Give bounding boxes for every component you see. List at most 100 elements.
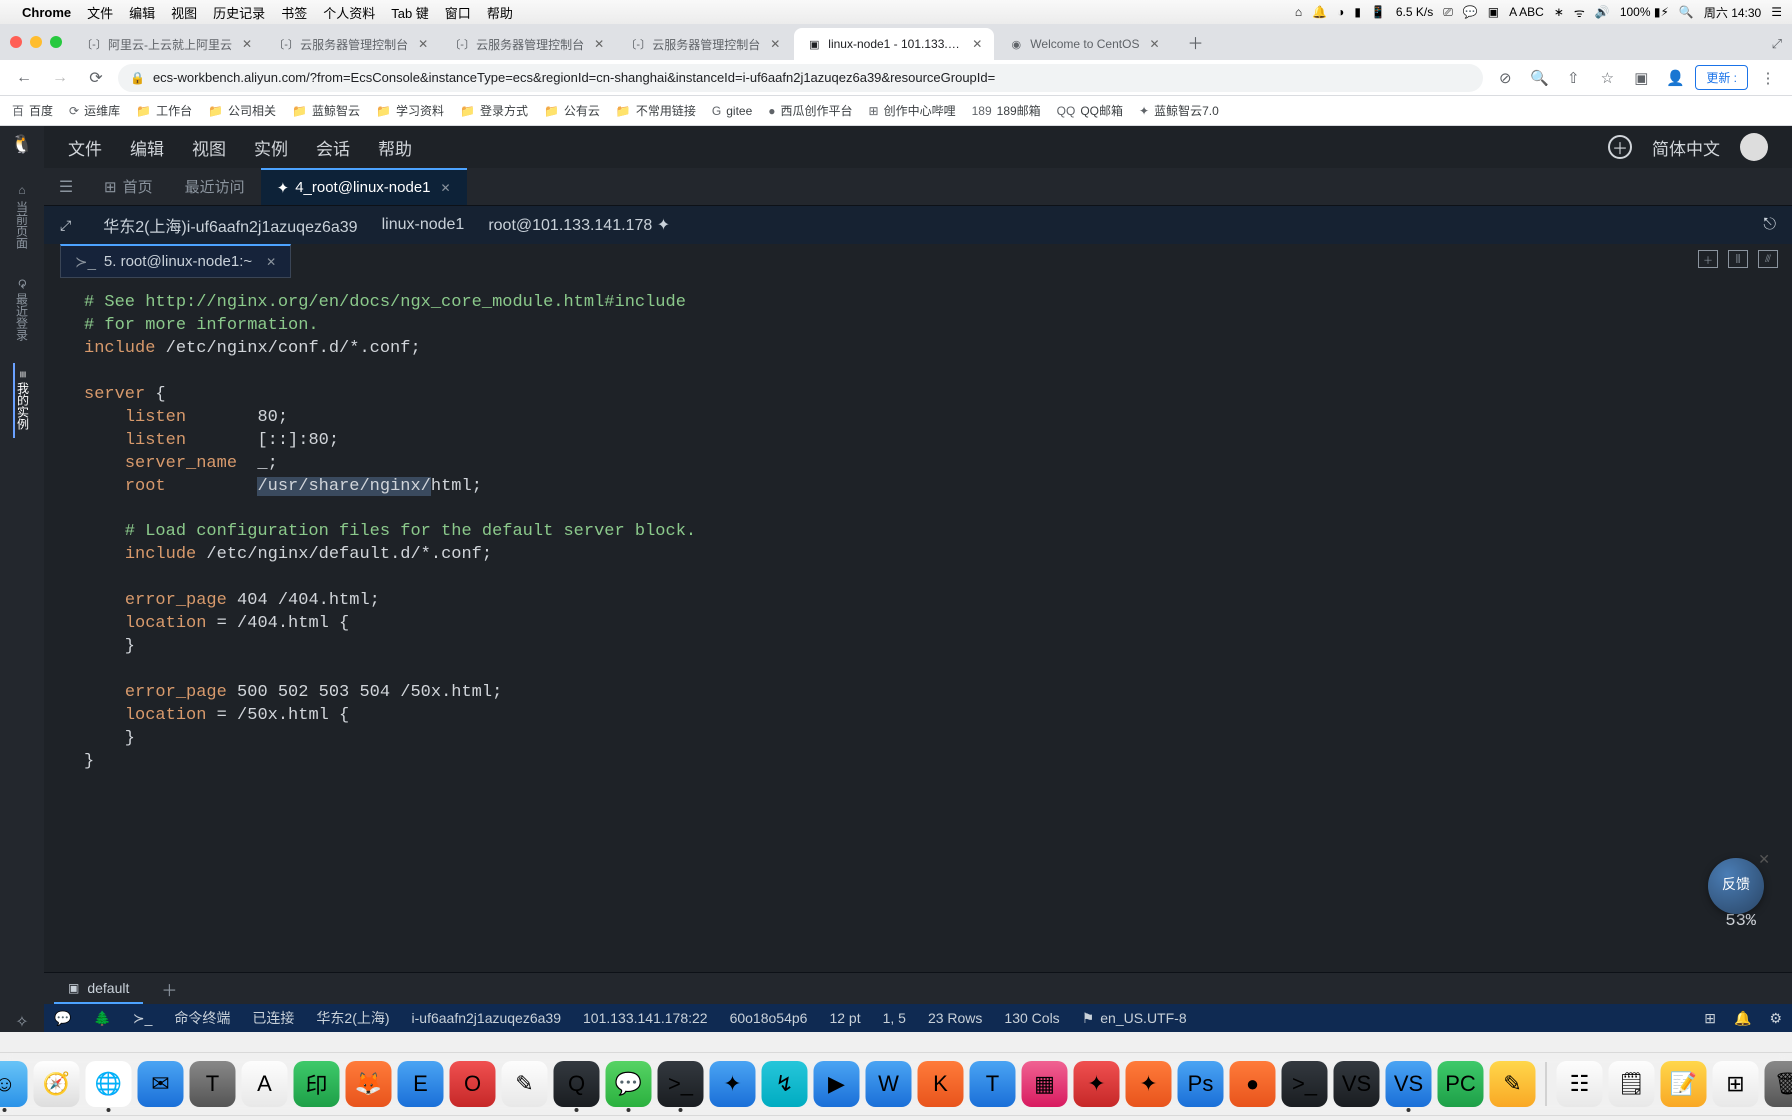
input-abc[interactable]: A ABC: [1509, 5, 1544, 19]
chrome-tab[interactable]: 〔-〕 云服务器管理控制台 ✕: [442, 28, 616, 60]
close-tab-icon[interactable]: ✕: [441, 181, 451, 195]
status-bell-icon[interactable]: 🔔: [1734, 1010, 1751, 1027]
new-tab-button[interactable]: ＋: [1182, 28, 1210, 56]
tab-home[interactable]: ⊞ 首页: [88, 168, 169, 205]
bookmark-item[interactable]: 189189邮箱: [972, 102, 1041, 119]
menu-profile[interactable]: 个人资料: [323, 3, 375, 22]
dock-app-icon[interactable]: ⊞: [1713, 1061, 1759, 1107]
expand-icon[interactable]: ⤢: [1772, 36, 1782, 52]
add-bottom-tab-button[interactable]: ＋: [161, 977, 177, 1001]
dock-app-icon[interactable]: ✦: [1126, 1061, 1172, 1107]
bookmark-item[interactable]: 📁登录方式: [460, 102, 528, 119]
linux-logo-icon[interactable]: 🐧: [11, 134, 33, 155]
wechat-menubar-icon[interactable]: 💬: [1463, 5, 1478, 19]
dock-app-icon[interactable]: ✉︎: [138, 1061, 184, 1107]
language-switch[interactable]: 简体中文: [1652, 135, 1720, 160]
minimize-window-button[interactable]: [30, 36, 42, 48]
wb-menu-session[interactable]: 会话: [316, 135, 350, 160]
bookmark-item[interactable]: Ggitee: [712, 104, 752, 118]
magic-wand-icon[interactable]: ✧: [15, 1012, 28, 1032]
menu-view[interactable]: 视图: [171, 3, 197, 22]
battery-small-icon[interactable]: ▮: [1354, 5, 1361, 19]
wb-menu-help[interactable]: 帮助: [378, 135, 412, 160]
hamburger-icon[interactable]: ☰: [44, 168, 88, 205]
status-locale[interactable]: ⚑ en_US.UTF-8: [1082, 1010, 1187, 1027]
active-app-name[interactable]: Chrome: [22, 5, 71, 20]
phone-icon[interactable]: 📱: [1371, 5, 1386, 19]
dock-app-icon[interactable]: E: [398, 1061, 444, 1107]
chrome-tab[interactable]: 〔-〕 阿里云-上云就上阿里云 ✕: [74, 28, 264, 60]
bookmark-item[interactable]: 📁工作台: [136, 102, 192, 119]
bookmark-item[interactable]: 📁公司相关: [208, 102, 276, 119]
dock-app-icon[interactable]: ●: [1230, 1061, 1276, 1107]
wb-menu-view[interactable]: 视图: [192, 135, 226, 160]
dock-app-icon[interactable]: >_: [1282, 1061, 1328, 1107]
bookmark-item[interactable]: ⟳运维库: [69, 102, 120, 119]
dock-app-icon[interactable]: 🗑: [1765, 1061, 1792, 1107]
menu-history[interactable]: 历史记录: [213, 3, 265, 22]
extra-icon[interactable]: ⌂: [1295, 5, 1302, 19]
bluetooth-icon[interactable]: ∗: [1554, 5, 1564, 19]
close-tab-icon[interactable]: ✕: [242, 37, 252, 51]
dock-app-icon[interactable]: K: [918, 1061, 964, 1107]
split-horizontal-icon[interactable]: ⫻: [1758, 250, 1778, 268]
dock-app-icon[interactable]: 📝: [1661, 1061, 1707, 1107]
dock-app-icon[interactable]: ✎: [502, 1061, 548, 1107]
search-icon[interactable]: 🔍: [1525, 64, 1553, 92]
camera-icon[interactable]: ⎚: [1443, 5, 1453, 20]
dock-app-icon[interactable]: 🌐: [86, 1061, 132, 1107]
bookmark-item[interactable]: 📁蓝鲸智云: [292, 102, 360, 119]
dock-app-icon[interactable]: T: [970, 1061, 1016, 1107]
dock-app-icon[interactable]: T: [190, 1061, 236, 1107]
dock-app-icon[interactable]: PC: [1438, 1061, 1484, 1107]
menu-help[interactable]: 帮助: [487, 3, 513, 22]
clock[interactable]: 周六 14:30: [1704, 4, 1761, 21]
dock-app-icon[interactable]: W: [866, 1061, 912, 1107]
status-comment-icon[interactable]: 💬: [54, 1010, 71, 1027]
dock-app-icon[interactable]: 印: [294, 1061, 340, 1107]
add-session-button[interactable]: ＋: [1608, 135, 1632, 159]
dock-app-icon[interactable]: ▦: [1022, 1061, 1068, 1107]
close-tab-icon[interactable]: ✕: [594, 37, 604, 51]
feedback-button[interactable]: 反馈 ✕: [1708, 858, 1764, 914]
wb-menu-file[interactable]: 文件: [68, 135, 102, 160]
dock-app-icon[interactable]: ✎: [1490, 1061, 1536, 1107]
search-icon[interactable]: 🔍: [1679, 5, 1694, 19]
close-tab-icon[interactable]: ✕: [1149, 37, 1159, 51]
profile-icon[interactable]: 👤: [1661, 64, 1689, 92]
add-pane-icon[interactable]: ＋: [1698, 250, 1718, 268]
fullscreen-window-button[interactable]: [50, 36, 62, 48]
battery-percent[interactable]: 100% ▮⚡︎: [1620, 5, 1669, 19]
dock-app-icon[interactable]: >_: [658, 1061, 704, 1107]
bookmark-item[interactable]: 📁学习资料: [376, 102, 444, 119]
dock-app-icon[interactable]: Q: [554, 1061, 600, 1107]
menu-tab[interactable]: Tab 键: [391, 3, 429, 22]
tab-recent[interactable]: 最近访问: [169, 168, 261, 205]
bottom-tab-default[interactable]: ▣ default: [54, 973, 143, 1004]
pin-icon[interactable]: ✕: [1758, 852, 1770, 871]
dock-app-icon[interactable]: 🧭: [34, 1061, 80, 1107]
wb-menu-edit[interactable]: 编辑: [130, 135, 164, 160]
dock-app-icon[interactable]: VS: [1334, 1061, 1380, 1107]
window-icon[interactable]: ▣: [1488, 5, 1499, 19]
user-avatar[interactable]: [1740, 133, 1768, 161]
back-button[interactable]: ←: [10, 64, 38, 92]
bell-icon[interactable]: 🔔: [1312, 5, 1327, 19]
status-font-size[interactable]: 12 pt: [829, 1010, 860, 1026]
tab-session-active[interactable]: ✦ 4_root@linux-node1 ✕: [261, 168, 467, 205]
circle-icon[interactable]: ◑: [1337, 5, 1344, 19]
kebab-menu-icon[interactable]: ⋮: [1754, 64, 1782, 92]
control-center-icon[interactable]: ☰: [1771, 5, 1782, 19]
bookmark-item[interactable]: 百百度: [12, 102, 53, 119]
bookmark-item[interactable]: 📁公有云: [544, 102, 600, 119]
terminal-pane[interactable]: # See http://nginx.org/en/docs/ngx_core_…: [44, 278, 1792, 972]
menu-bookmarks[interactable]: 书签: [281, 3, 307, 22]
chrome-tab[interactable]: 〔-〕 云服务器管理控制台 ✕: [266, 28, 440, 60]
update-button[interactable]: 更新 :: [1695, 65, 1748, 90]
dock-app-icon[interactable]: 🦊: [346, 1061, 392, 1107]
close-icon[interactable]: ✕: [266, 255, 276, 269]
share-icon[interactable]: ⇧: [1559, 64, 1587, 92]
bookmark-icon[interactable]: ☆: [1593, 64, 1621, 92]
menu-window[interactable]: 窗口: [445, 3, 471, 22]
reload-button[interactable]: ⟳: [82, 64, 110, 92]
